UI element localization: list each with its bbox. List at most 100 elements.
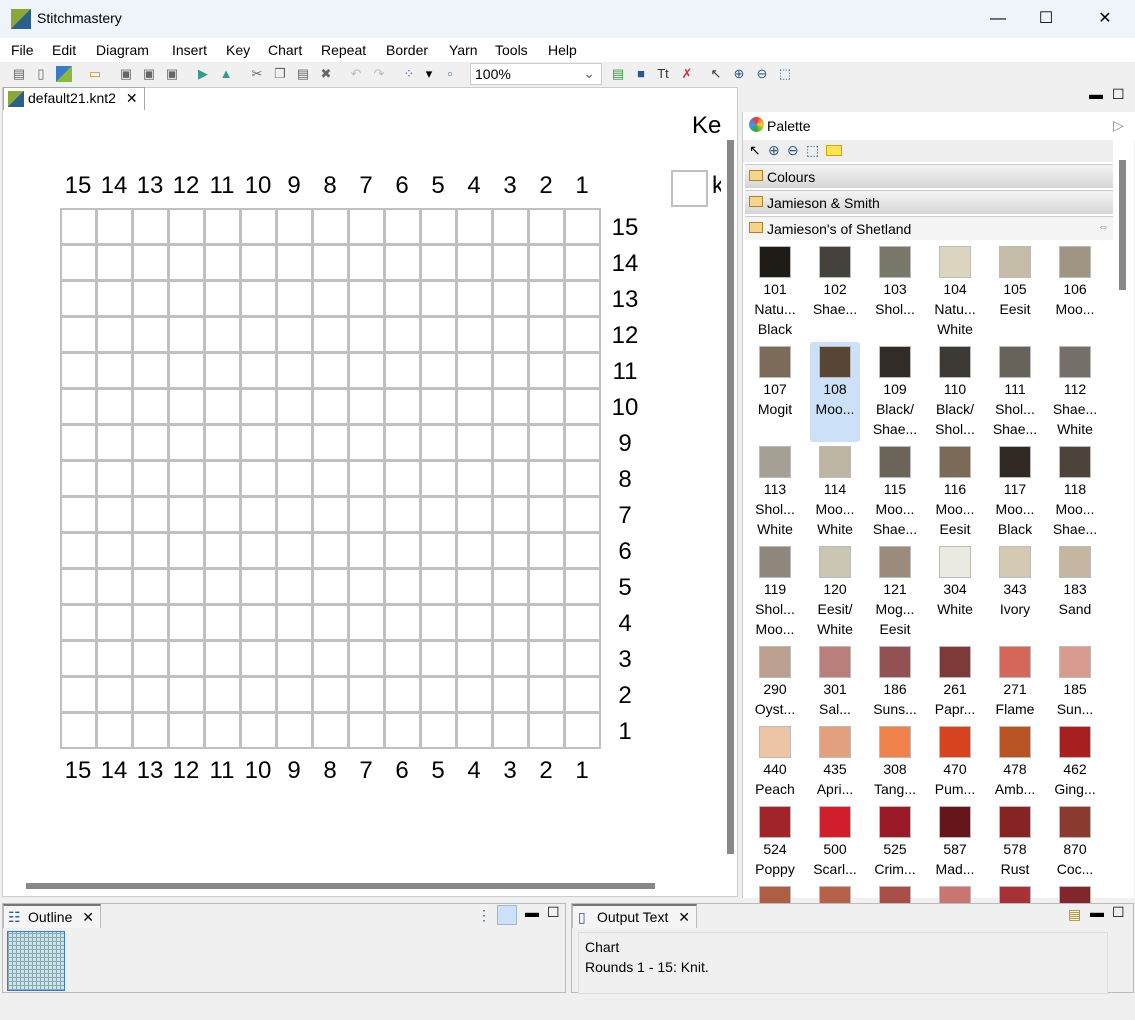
yarn-swatch[interactable]: 109 Black/Shae... [870,342,920,442]
menu-border[interactable]: Border [386,42,428,58]
stitch-cell[interactable] [528,208,565,245]
yarn-swatch[interactable]: 110 Black/Shol... [930,342,980,442]
stitch-cell[interactable] [456,388,493,425]
key-symbol-knit[interactable] [671,170,708,207]
stitch-cell[interactable] [492,496,529,533]
stitch-cell[interactable] [312,208,349,245]
stitch-cell[interactable] [96,316,133,353]
stitch-cell[interactable] [456,280,493,317]
stitch-cell[interactable] [132,712,169,749]
stitch-cell[interactable] [168,640,205,677]
menu-edit[interactable]: Edit [52,42,76,58]
yarn-swatch[interactable]: 462 Ging... [1050,722,1100,802]
stitch-cell[interactable] [420,568,457,605]
stitch-cell[interactable] [96,640,133,677]
yarn-swatch[interactable]: 478 Amb... [990,722,1040,802]
stitch-cell[interactable] [312,424,349,461]
stitch-cell[interactable] [528,316,565,353]
yarn-swatch[interactable]: 101 Natu... Black [750,242,800,342]
output-text-area[interactable]: Chart Rounds 1 - 15: Knit. [578,932,1108,994]
redo-icon[interactable]: ↷ [371,66,387,82]
stitch-cell[interactable] [96,568,133,605]
stitch-cell[interactable] [132,568,169,605]
stitch-cell[interactable] [276,676,313,713]
stitch-cell[interactable] [384,496,421,533]
stitch-cell[interactable] [240,604,277,641]
stitch-cell[interactable] [60,352,97,389]
stitch-cell[interactable] [204,208,241,245]
stitch-cell[interactable] [96,388,133,425]
yarn-swatch[interactable]: 290 Oyst... [750,642,800,722]
stitch-cell[interactable] [60,496,97,533]
stitch-cell[interactable] [96,352,133,389]
stitch-cell[interactable] [96,460,133,497]
stitch-cell[interactable] [384,424,421,461]
stitch-cell[interactable] [204,496,241,533]
stitch-cell[interactable] [492,316,529,353]
yarn-swatch[interactable]: 500 Scarl... [810,802,860,882]
stitch-cell[interactable] [564,496,601,533]
stitch-cell[interactable] [132,460,169,497]
stitch-cell[interactable] [564,604,601,641]
stitch-cell[interactable] [204,676,241,713]
stitch-cell[interactable] [204,712,241,749]
stitch-cell[interactable] [492,532,529,569]
document-icon[interactable]: ▤ [1068,906,1081,923]
export-icon[interactable]: ▤ [610,66,626,82]
stitch-cell[interactable] [276,496,313,533]
stitch-cell[interactable] [168,712,205,749]
stitch-cell[interactable] [312,244,349,281]
stitch-cell[interactable] [312,280,349,317]
stitch-cell[interactable] [96,712,133,749]
delete-icon[interactable]: ✖ [318,66,334,82]
stitch-cell[interactable] [60,388,97,425]
stitch-cell[interactable] [492,388,529,425]
yarn-swatch[interactable]: 121 Mog... Eesit [870,542,920,642]
stitch-cell[interactable] [456,532,493,569]
stitch-cell[interactable] [384,316,421,353]
minimize-panel-icon[interactable]: ▬ [525,904,539,920]
yarn-swatch[interactable]: 183 Sand [1050,542,1100,642]
select-grid-icon[interactable]: ⁘ [401,66,417,82]
yarn-swatch[interactable]: 119 Shol... Moo... [750,542,800,642]
yarn-swatch[interactable]: 103 Shol... [870,242,920,342]
stitch-cell[interactable] [204,280,241,317]
stitch-cell[interactable] [96,496,133,533]
yarn-swatch[interactable]: 186 Suns... [870,642,920,722]
paste-icon[interactable]: ▤ [295,66,311,82]
stitch-cell[interactable] [492,280,529,317]
yarn-swatch[interactable]: 118 Moo... Shae... [1050,442,1100,542]
stitch-cell[interactable] [240,676,277,713]
stitch-cell[interactable] [312,496,349,533]
stitch-cell[interactable] [60,676,97,713]
stitch-cell[interactable] [132,244,169,281]
yarn-swatch[interactable]: 261 Papr... [930,642,980,722]
stitch-cell[interactable] [60,424,97,461]
close-tab-icon[interactable]: ✕ [82,909,94,925]
yarn-swatch[interactable]: 578 Rust [990,802,1040,882]
drawer-jamiesons-of-shetland[interactable]: Jamieson's of Shetland ⇔ [745,216,1113,240]
camera-icon[interactable]: ■ [633,66,649,82]
note-tool-icon[interactable] [826,145,842,156]
zoom-in-icon[interactable]: ⊕ [731,66,747,82]
stitch-cell[interactable] [348,244,385,281]
stitch-cell[interactable] [204,388,241,425]
pin-icon[interactable]: ⇔ [1098,221,1109,233]
tab-output-text[interactable]: ▯ Output Text ✕ [572,904,697,928]
stitch-cell[interactable] [312,352,349,389]
stitch-cell[interactable] [528,496,565,533]
stitch-cell[interactable] [168,604,205,641]
stitch-cell[interactable] [312,316,349,353]
stitch-cell[interactable] [348,208,385,245]
stitch-cell[interactable] [384,244,421,281]
tree-view-icon[interactable]: ⋮ [477,907,491,924]
thumbnail-view-icon[interactable] [497,905,517,925]
stitch-cell[interactable] [276,388,313,425]
yarn-swatch[interactable]: 870 Coc... [1050,802,1100,882]
dropdown-arrow-icon[interactable]: ▾ [421,66,437,82]
mirror-icon[interactable]: ▲ [218,66,234,82]
text-icon[interactable]: Tt [655,66,671,82]
horizontal-scrollbar[interactable] [26,883,655,889]
drawer-jamieson-smith[interactable]: Jamieson & Smith [745,190,1113,214]
stitch-cell[interactable] [276,244,313,281]
